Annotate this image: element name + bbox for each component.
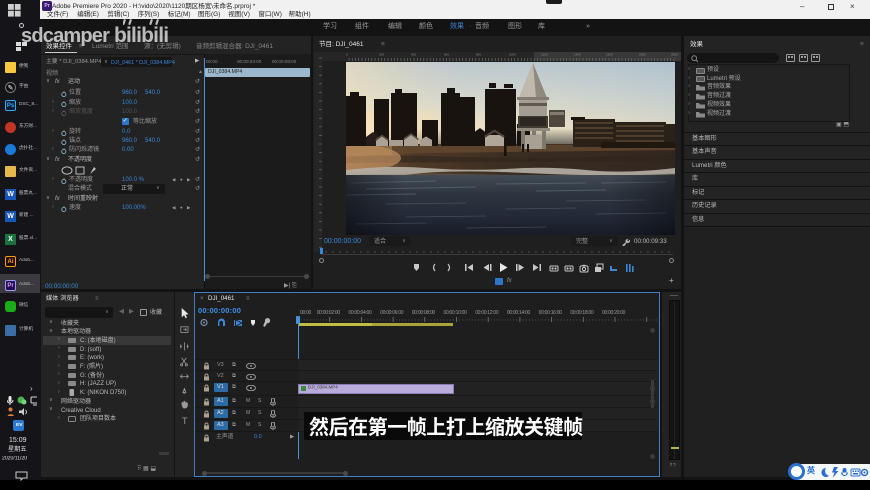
svg-text:T: T <box>182 416 188 426</box>
